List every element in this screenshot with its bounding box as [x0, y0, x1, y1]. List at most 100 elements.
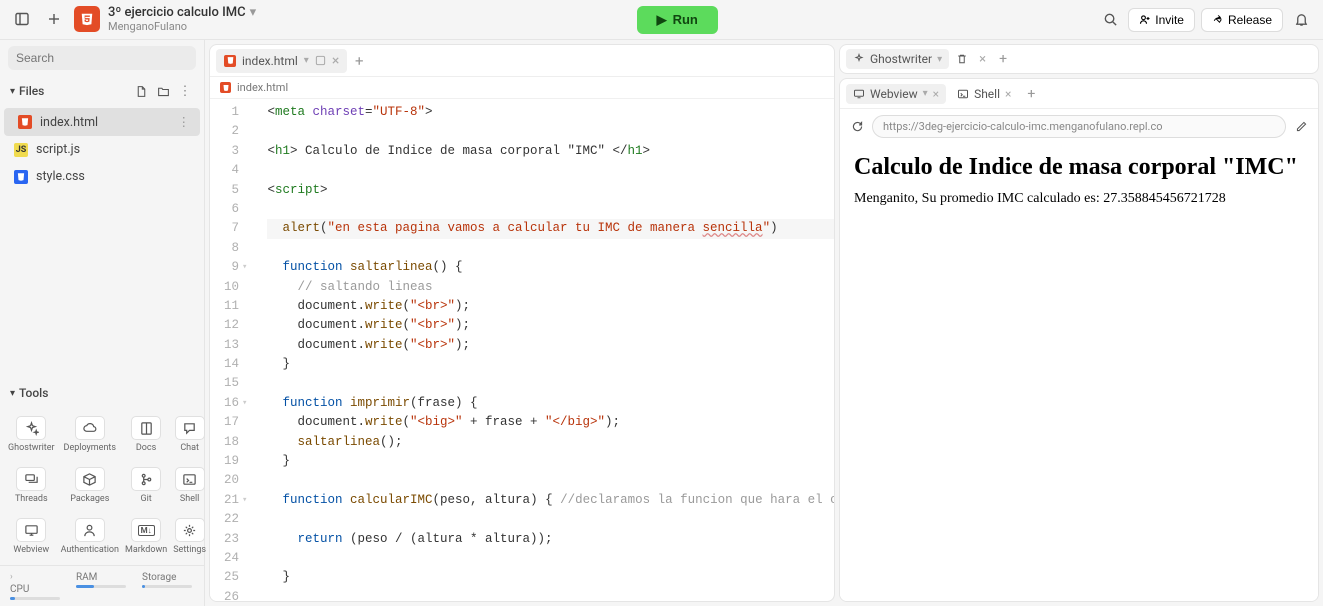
file-item-index-html[interactable]: index.html ⋮ — [4, 108, 200, 136]
chevron-down-icon: ▾ — [250, 6, 257, 20]
html-file-icon — [18, 115, 32, 129]
preview-heading: Calculo de Indice de masa corporal "IMC" — [854, 154, 1304, 181]
tools-header[interactable]: ▾ Tools — [0, 380, 204, 406]
close-icon[interactable]: × — [933, 87, 939, 101]
file-item-script-js[interactable]: JS script.js — [0, 136, 204, 163]
tab-index-html[interactable]: index.html ▾ × — [216, 49, 347, 73]
topbar-right: Invite Release — [1098, 8, 1313, 32]
html-file-icon — [220, 82, 231, 93]
add-pane-icon[interactable] — [42, 7, 66, 31]
chevron-down-icon: ▾ — [10, 86, 15, 97]
tool-threads[interactable]: Threads — [6, 461, 57, 510]
tool-webview[interactable]: Webview — [6, 512, 57, 561]
sparkle-icon — [853, 53, 865, 65]
edit-icon[interactable] — [1292, 118, 1310, 136]
monitor-icon — [853, 88, 865, 100]
settings-icon — [175, 518, 205, 542]
editor-tabbar: index.html ▾ × + — [210, 45, 834, 77]
threads-icon — [16, 467, 46, 491]
run-button[interactable]: ▶ Run — [637, 6, 718, 34]
webview-panel: Webview ▾ × Shell × + https://3deg-ejerc… — [839, 78, 1319, 602]
tool-deployments[interactable]: Deployments — [59, 410, 121, 459]
js-file-icon: JS — [14, 143, 28, 157]
files-list: index.html ⋮ JS script.js style.css — [0, 106, 204, 192]
reload-icon[interactable] — [848, 118, 866, 136]
tool-git[interactable]: Git — [123, 461, 169, 510]
play-icon: ▶ — [657, 12, 667, 28]
topbar-left: 3º ejercicio calculo IMC ▾ MenganoFulano — [10, 6, 256, 32]
add-tab-icon[interactable]: + — [349, 51, 369, 71]
link-icon[interactable] — [315, 55, 326, 66]
search-icon[interactable] — [1098, 8, 1122, 32]
html-file-icon — [224, 55, 236, 67]
editor-pane: index.html ▾ × + index.html 1▾2▾3▾4▾5▾6▾… — [209, 44, 835, 602]
chevron-down-icon[interactable]: ▾ — [304, 55, 309, 66]
trash-icon[interactable] — [953, 50, 971, 68]
docs-icon — [131, 416, 161, 440]
authentication-icon — [75, 518, 105, 542]
ghostwriter-icon — [16, 416, 46, 440]
project-name: 3º ejercicio calculo IMC — [108, 6, 246, 20]
chevron-down-icon[interactable]: ▾ — [937, 54, 942, 65]
urlbar-row: https://3deg-ejercicio-calculo-imc.menga… — [840, 109, 1318, 144]
tool-ghostwriter[interactable]: Ghostwriter — [6, 410, 57, 459]
search-input[interactable] — [8, 46, 196, 70]
person-add-icon — [1139, 14, 1151, 26]
chevron-down-icon[interactable]: ▾ — [923, 88, 928, 99]
close-icon[interactable]: × — [332, 53, 339, 69]
tool-markdown[interactable]: M↓Markdown — [123, 512, 169, 561]
new-folder-icon[interactable] — [154, 82, 172, 100]
tab-shell[interactable]: Shell × — [950, 84, 1018, 104]
css-file-icon — [14, 170, 28, 184]
topbar-center: ▶ Run — [264, 6, 1090, 34]
preview-text: Menganito, Su promedio IMC calculado es:… — [854, 191, 1304, 207]
webview-icon — [16, 518, 46, 542]
resource-cpu[interactable]: ›CPU — [10, 572, 60, 600]
tool-docs[interactable]: Docs — [123, 410, 169, 459]
notifications-icon[interactable] — [1289, 8, 1313, 32]
webview-tabbar: Webview ▾ × Shell × + — [840, 79, 1318, 109]
files-header[interactable]: ▾ Files ⋮ — [0, 76, 204, 106]
ghostwriter-tabbar: Ghostwriter ▾ × + — [840, 45, 1318, 73]
code-area[interactable]: 1▾2▾3▾4▾5▾6▾7▾8▾9▾10▾11▾12▾13▾14▾15▾16▾1… — [210, 99, 834, 601]
url-input[interactable]: https://3deg-ejercicio-calculo-imc.menga… — [872, 115, 1286, 138]
resource-storage[interactable]: Storage — [142, 572, 192, 600]
tab-ghostwriter[interactable]: Ghostwriter ▾ — [846, 49, 949, 69]
deployments-icon — [75, 416, 105, 440]
add-tab-icon[interactable]: + — [1022, 85, 1040, 103]
more-icon[interactable]: ⋮ — [178, 114, 191, 130]
tool-packages[interactable]: Packages — [59, 461, 121, 510]
ghostwriter-panel: Ghostwriter ▾ × + — [839, 44, 1319, 74]
markdown-icon: M↓ — [131, 518, 161, 542]
rocket-icon — [1212, 14, 1224, 26]
more-icon[interactable]: ⋮ — [176, 82, 194, 100]
invite-button[interactable]: Invite — [1128, 8, 1195, 32]
tool-shell[interactable]: Shell — [171, 461, 208, 510]
close-icon[interactable]: × — [1005, 87, 1011, 101]
main-area: ▾ Files ⋮ index.html ⋮ JS script.js styl… — [0, 40, 1323, 606]
shell-icon — [175, 467, 205, 491]
breadcrumb: index.html — [210, 77, 834, 99]
code-content[interactable]: <meta charset="UTF-8"> <h1> Calculo de I… — [257, 99, 834, 601]
git-icon — [131, 467, 161, 491]
run-label: Run — [673, 12, 698, 27]
gutter: 1▾2▾3▾4▾5▾6▾7▾8▾9▾10▾11▾12▾13▾14▾15▾16▾1… — [210, 99, 257, 601]
resource-ram[interactable]: RAM — [76, 572, 126, 600]
project-owner: MenganoFulano — [108, 21, 256, 33]
chevron-down-icon: ▾ — [10, 388, 15, 399]
tool-settings[interactable]: Settings — [171, 512, 208, 561]
tab-webview[interactable]: Webview ▾ × — [846, 84, 946, 104]
project-title-block[interactable]: 3º ejercicio calculo IMC ▾ MenganoFulano — [108, 6, 256, 32]
sidebar-toggle-icon[interactable] — [10, 7, 34, 31]
topbar: 3º ejercicio calculo IMC ▾ MenganoFulano… — [0, 0, 1323, 40]
new-file-icon[interactable] — [132, 82, 150, 100]
tool-authentication[interactable]: Authentication — [59, 512, 121, 561]
packages-icon — [75, 467, 105, 491]
release-button[interactable]: Release — [1201, 8, 1283, 32]
close-icon[interactable]: × — [975, 52, 990, 67]
add-tab-icon[interactable]: + — [994, 50, 1012, 68]
file-item-style-css[interactable]: style.css — [0, 163, 204, 190]
tool-chat[interactable]: Chat — [171, 410, 208, 459]
preview-body: Calculo de Indice de masa corporal "IMC"… — [840, 144, 1318, 601]
sidebar: ▾ Files ⋮ index.html ⋮ JS script.js styl… — [0, 40, 205, 606]
